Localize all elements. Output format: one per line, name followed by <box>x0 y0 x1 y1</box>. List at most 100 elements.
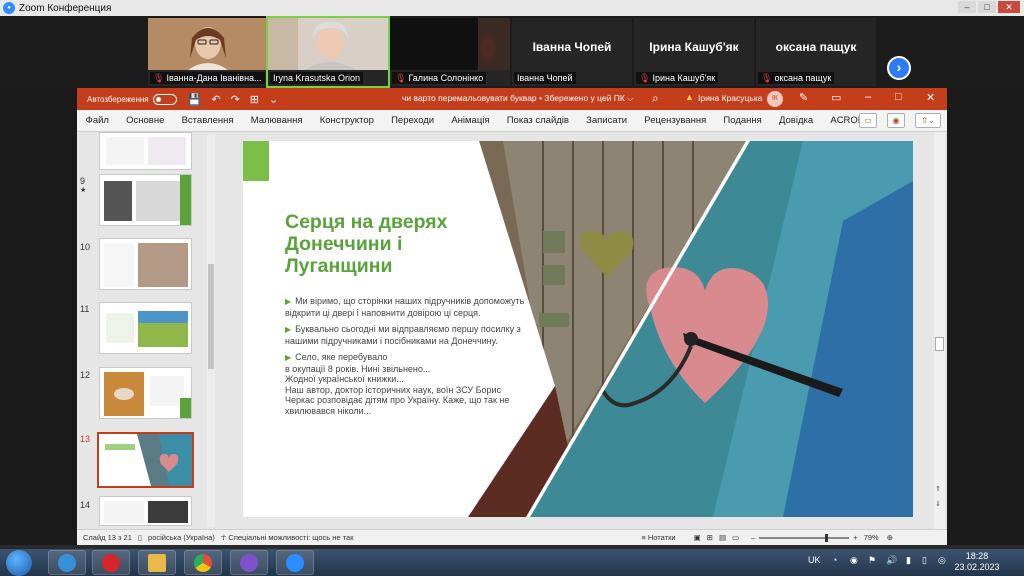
zoom-level[interactable]: 79% <box>864 533 879 542</box>
normal-view-icon[interactable]: ▣ <box>694 533 701 542</box>
record-icon[interactable]: ◉ <box>887 113 905 128</box>
participant-tile[interactable]: 🎙 Галина Солонінко <box>390 18 510 86</box>
notes-button[interactable]: Нотатки <box>648 533 676 542</box>
clock[interactable]: 18:28 23.02.2023 <box>952 551 1002 573</box>
slide-thumbnail[interactable] <box>99 496 192 526</box>
prev-slide-icon[interactable]: ⇑ <box>935 485 941 493</box>
viber-tray-icon[interactable]: ◎ <box>938 555 946 566</box>
autosave-toggle[interactable] <box>152 93 177 105</box>
participant-name: Іванна Чопей <box>514 72 576 84</box>
slide-canvas[interactable]: Серця на дверях Донеччини і Луганщини ▶ М… <box>243 141 913 517</box>
tab-insert[interactable]: Вставлення <box>173 115 242 126</box>
taskbar-viber-icon[interactable] <box>230 550 268 575</box>
slide-thumbnail-selected[interactable] <box>97 432 194 488</box>
tab-slideshow[interactable]: Показ слайдів <box>498 115 577 126</box>
scrollbar-thumb[interactable] <box>208 264 214 369</box>
close-icon[interactable]: ✕ <box>926 91 935 104</box>
clock-time: 18:28 <box>965 551 989 561</box>
slide-thumbnail[interactable] <box>99 367 192 419</box>
tab-draw[interactable]: Малювання <box>242 115 311 126</box>
minimize-button[interactable]: – <box>958 1 976 13</box>
taskbar-ie-icon[interactable] <box>48 550 86 575</box>
thumbnails-scrollbar[interactable] <box>207 134 215 527</box>
slide-thumbnail[interactable] <box>99 132 192 170</box>
participant-tile[interactable]: 🎙 Іванна-Дана Іванівна... <box>148 18 266 86</box>
document-name[interactable]: чи варто перемальовувати буквар • Збереж… <box>402 93 634 104</box>
ribbon-display-icon[interactable]: ▭ <box>831 91 841 104</box>
slide-thumbnail[interactable] <box>99 174 192 226</box>
comments-icon[interactable]: ▭ <box>859 113 877 128</box>
powerpoint-window: Автозбереження 💾 ↶ ↷ ⊞ ⌄ чи варто перема… <box>77 88 947 545</box>
zoom-title-bar: ● Zoom Конференция – □ ✕ <box>0 0 1024 16</box>
taskbar-opera-icon[interactable] <box>92 550 130 575</box>
slide-scrollbar[interactable]: ⇑ ⇓ <box>934 132 945 529</box>
input-language[interactable]: UK <box>808 555 821 565</box>
tab-file[interactable]: Файл <box>77 115 118 126</box>
language-status[interactable]: російська (Україна) <box>148 533 215 542</box>
zoom-in-icon[interactable]: + <box>853 533 857 542</box>
volume-icon[interactable]: 🔊 <box>886 555 897 566</box>
next-slide-icon[interactable]: ⇓ <box>935 500 941 508</box>
customize-qat-icon[interactable]: ⌄ <box>269 93 278 106</box>
slideshow-icon[interactable]: ▭ <box>732 533 739 542</box>
taskbar-chrome-icon[interactable] <box>184 550 222 575</box>
participant-video <box>148 18 266 70</box>
close-button[interactable]: ✕ <box>998 1 1020 13</box>
tray-skype-icon[interactable]: ◉ <box>850 555 858 566</box>
participant-tile-active-speaker[interactable]: Iryna Krasutska Orion <box>266 16 390 88</box>
slide-thumbnail[interactable] <box>99 238 192 290</box>
person-video-icon <box>390 18 510 70</box>
tab-view[interactable]: Подання <box>715 115 771 126</box>
tab-transitions[interactable]: Переходи <box>382 115 442 126</box>
accessibility-status[interactable]: Спеціальні можливості: щось не так <box>228 533 353 542</box>
scrollbar-thumb[interactable] <box>935 337 944 351</box>
spellcheck-icon[interactable]: ▯ <box>138 533 142 542</box>
bullet-icon: ▶ <box>285 297 292 306</box>
tab-animations[interactable]: Анімація <box>443 115 498 126</box>
pen-icon[interactable]: ✎ <box>799 91 808 104</box>
tab-help[interactable]: Довідка <box>770 115 821 126</box>
zoom-slider-thumb[interactable] <box>825 533 829 542</box>
redo-icon[interactable]: ↷ <box>231 93 240 106</box>
start-button-icon[interactable] <box>6 550 32 576</box>
user-name[interactable]: Ірина Красуцька <box>698 93 762 103</box>
fit-slide-icon[interactable]: ⊕ <box>887 533 893 542</box>
network-icon[interactable]: ▮ <box>906 555 911 566</box>
maximize-icon[interactable]: □ <box>895 91 902 103</box>
participant-name: 🎙 Ірина Кашуб'як <box>636 72 719 84</box>
tab-design[interactable]: Конструктор <box>311 115 382 126</box>
flag-icon[interactable]: ⚑ <box>868 555 876 566</box>
tab-record[interactable]: Записати <box>578 115 636 126</box>
slide-thumbnails-pane: 9 ★ 10 11 12 13 14 <box>77 132 217 529</box>
save-icon[interactable]: 💾 <box>188 93 202 106</box>
accessibility-icon[interactable]: ☥ <box>221 533 227 542</box>
chevron-right-icon[interactable]: › <box>887 56 911 80</box>
participant-tile[interactable]: Іванна Чопей Іванна Чопей <box>512 18 632 86</box>
tab-review[interactable]: Рецензування <box>636 115 715 126</box>
slide-number: 11 <box>80 304 90 314</box>
undo-icon[interactable]: ↶ <box>211 93 220 106</box>
slide-thumbnail[interactable] <box>99 302 192 354</box>
battery-icon[interactable]: ▯ <box>922 555 927 566</box>
zoom-slider[interactable] <box>759 533 850 542</box>
slide-title[interactable]: Серця на дверях Донеччини і Луганщини <box>285 211 515 277</box>
avatar[interactable]: ІК <box>767 91 783 107</box>
share-icon[interactable]: ⇧⌄ <box>915 113 941 128</box>
zoom-out-icon[interactable]: – <box>751 533 755 542</box>
reading-view-icon[interactable]: ▤ <box>719 533 726 542</box>
slide-sorter-icon[interactable]: ⊞ <box>707 533 713 542</box>
person-video-icon <box>148 18 266 70</box>
minimize-icon[interactable]: – <box>865 91 871 103</box>
participant-tile[interactable]: оксана пащук 🎙 оксана пащук <box>756 18 876 86</box>
participant-tile[interactable]: Ірина Кашуб'як 🎙 Ірина Кашуб'як <box>634 18 754 86</box>
present-icon[interactable]: ⊞ <box>250 93 259 106</box>
slide-body-text[interactable]: ▶ Ми віримо, що сторінки наших підручникі… <box>285 296 530 422</box>
taskbar-explorer-icon[interactable] <box>138 550 176 575</box>
ribbon-tabs: Файл Основне Вставлення Малювання Констр… <box>77 110 947 132</box>
taskbar-zoom-icon[interactable] <box>276 550 314 575</box>
tray-app-icon[interactable]: ◔ <box>832 555 837 565</box>
notes-icon[interactable]: ≡ <box>641 533 645 542</box>
search-icon[interactable]: ⌕ <box>652 91 659 106</box>
tab-home[interactable]: Основне <box>118 115 173 126</box>
maximize-button[interactable]: □ <box>978 1 996 13</box>
